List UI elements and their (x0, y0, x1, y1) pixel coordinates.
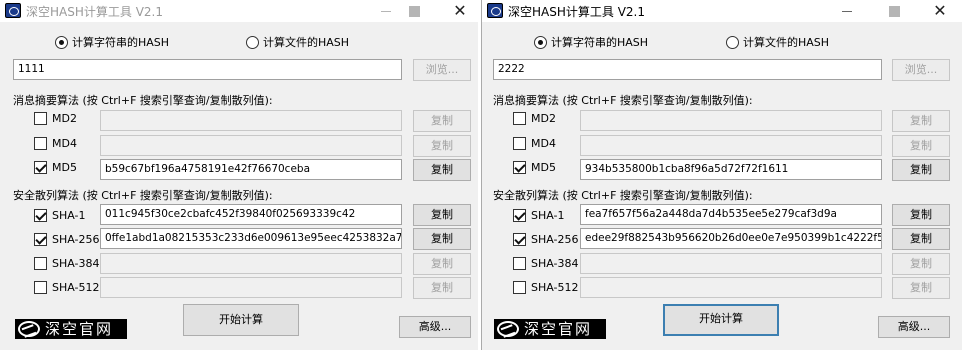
start-calculate-button[interactable]: 开始计算 (663, 304, 779, 336)
md4-label: MD4 (52, 137, 77, 150)
sha256-hash-field[interactable]: edee29f882543b956620b26d0ee0e7e950399b1c… (580, 228, 882, 249)
md5-checkbox[interactable] (513, 161, 526, 174)
sha512-label: SHA-512 (531, 281, 579, 294)
md4-hash-field[interactable] (580, 135, 882, 156)
website-logo-link[interactable]: 深空官网 (15, 319, 127, 339)
md4-checkbox[interactable] (34, 137, 47, 150)
close-button[interactable]: ✕ (920, 0, 960, 22)
hash-window-right: 深空HASH计算工具 V2.1 ✕ 计算字符串的HASH 计算文件的HASH 2… (481, 0, 962, 350)
secure-section-label: 安全散列算法 (按 Ctrl+F 搜索引擎查询/复制散列值): (13, 189, 273, 202)
website-logo-link[interactable]: 深空官网 (494, 319, 606, 339)
sha384-checkbox[interactable] (513, 257, 526, 270)
sha1-checkbox[interactable] (34, 209, 47, 222)
window-title: 深空HASH计算工具 V2.1 (26, 5, 163, 19)
globe-icon (497, 321, 519, 337)
md5-hash-field[interactable]: b59c67bf196a4758191e42f76670ceba (100, 159, 402, 180)
digest-section-label: 消息摘要算法 (按 Ctrl+F 搜索引擎查询/复制散列值): (493, 94, 753, 107)
sha512-label: SHA-512 (52, 281, 100, 294)
radio-string-label: 计算字符串的HASH (72, 36, 170, 49)
radio-unselected-icon (726, 36, 739, 49)
radio-unselected-icon (246, 36, 259, 49)
md5-label: MD5 (52, 161, 77, 174)
md2-label: MD2 (531, 112, 556, 125)
sha512-copy-button[interactable]: 复制 (892, 277, 950, 299)
md2-hash-field[interactable] (580, 110, 882, 131)
sha384-label: SHA-384 (531, 257, 579, 270)
sha256-copy-button[interactable]: 复制 (413, 228, 471, 250)
sha1-label: SHA-1 (52, 209, 86, 222)
sha1-checkbox[interactable] (513, 209, 526, 222)
maximize-button[interactable] (394, 0, 434, 22)
advanced-button[interactable]: 高级... (878, 316, 950, 338)
secure-section-label: 安全散列算法 (按 Ctrl+F 搜索引擎查询/复制散列值): (493, 189, 753, 202)
md2-checkbox[interactable] (34, 112, 47, 125)
md2-checkbox[interactable] (513, 112, 526, 125)
sha384-label: SHA-384 (52, 257, 100, 270)
title-bar[interactable]: 深空HASH计算工具 V2.1 ✕ (482, 0, 962, 22)
input-field[interactable]: 2222 (493, 59, 882, 80)
md2-label: MD2 (52, 112, 77, 125)
sha256-hash-field[interactable]: 0ffe1abd1a08215353c233d6e009613e95eec425… (100, 228, 402, 249)
app-logo-icon (487, 3, 503, 18)
md5-hash-field[interactable]: 934b535800b1cba8f96a5d72f72f1611 (580, 159, 882, 180)
sha384-checkbox[interactable] (34, 257, 47, 270)
radio-selected-icon (55, 36, 68, 49)
md2-hash-field[interactable] (100, 110, 402, 131)
sha1-hash-field[interactable]: 011c945f30ce2cbafc452f39840f025693339c42 (100, 204, 402, 225)
window-title: 深空HASH计算工具 V2.1 (508, 5, 645, 19)
sha256-checkbox[interactable] (513, 233, 526, 246)
globe-icon (18, 321, 40, 337)
md4-hash-field[interactable] (100, 135, 402, 156)
sha1-hash-field[interactable]: fea7f657f56a2a448da7d4b535ee5e279caf3d9a (580, 204, 882, 225)
sha256-checkbox[interactable] (34, 233, 47, 246)
browse-button[interactable]: 浏览... (892, 59, 950, 81)
sha512-checkbox[interactable] (513, 281, 526, 294)
browse-button[interactable]: 浏览... (413, 59, 471, 81)
input-field[interactable]: 1111 (13, 59, 402, 80)
sha512-hash-field[interactable] (580, 277, 882, 298)
radio-file-label: 计算文件的HASH (743, 36, 830, 49)
logo-text: 深空官网 (45, 320, 114, 338)
md5-copy-button[interactable]: 复制 (892, 159, 950, 181)
md5-label: MD5 (531, 161, 556, 174)
maximize-button[interactable] (874, 0, 914, 22)
minimize-button[interactable] (827, 0, 867, 22)
md2-copy-button[interactable]: 复制 (413, 110, 471, 132)
sha256-label: SHA-256 (531, 233, 579, 246)
sha1-label: SHA-1 (531, 209, 565, 222)
app-logo-icon (5, 3, 21, 18)
sha256-copy-button[interactable]: 复制 (892, 228, 950, 250)
md4-copy-button[interactable]: 复制 (892, 135, 950, 157)
sha384-hash-field[interactable] (100, 253, 402, 274)
start-calculate-button[interactable]: 开始计算 (183, 304, 299, 336)
advanced-button[interactable]: 高级... (399, 316, 471, 338)
close-button[interactable]: ✕ (440, 0, 478, 22)
md4-label: MD4 (531, 137, 556, 150)
sha512-hash-field[interactable] (100, 277, 402, 298)
md5-checkbox[interactable] (34, 161, 47, 174)
hash-window-left: 深空HASH计算工具 V2.1 ✕ 计算字符串的HASH 计算文件的HASH 1… (0, 0, 478, 350)
md4-copy-button[interactable]: 复制 (413, 135, 471, 157)
md5-copy-button[interactable]: 复制 (413, 159, 471, 181)
sha384-hash-field[interactable] (580, 253, 882, 274)
md2-copy-button[interactable]: 复制 (892, 110, 950, 132)
digest-section-label: 消息摘要算法 (按 Ctrl+F 搜索引擎查询/复制散列值): (13, 94, 273, 107)
sha512-checkbox[interactable] (34, 281, 47, 294)
sha1-copy-button[interactable]: 复制 (892, 204, 950, 226)
radio-file-label: 计算文件的HASH (263, 36, 350, 49)
sha512-copy-button[interactable]: 复制 (413, 277, 471, 299)
md4-checkbox[interactable] (513, 137, 526, 150)
radio-string-label: 计算字符串的HASH (551, 36, 649, 49)
sha384-copy-button[interactable]: 复制 (413, 253, 471, 275)
sha1-copy-button[interactable]: 复制 (413, 204, 471, 226)
sha384-copy-button[interactable]: 复制 (892, 253, 950, 275)
title-bar[interactable]: 深空HASH计算工具 V2.1 ✕ (0, 0, 478, 22)
logo-text: 深空官网 (524, 320, 593, 338)
radio-selected-icon (534, 36, 547, 49)
sha256-label: SHA-256 (52, 233, 100, 246)
